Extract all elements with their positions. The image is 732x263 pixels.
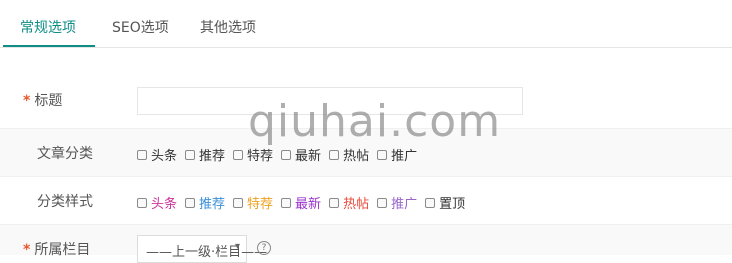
help-icon[interactable]: ? bbox=[257, 241, 271, 255]
style-label: 分类样式 bbox=[37, 194, 93, 210]
category-option[interactable]: 热帖 bbox=[329, 145, 369, 164]
column-row: * 所属栏目 ——上一级·栏目—— ▾ ? bbox=[0, 224, 732, 263]
style-option[interactable]: 热帖 bbox=[329, 193, 369, 212]
category-option[interactable]: 最新 bbox=[281, 145, 321, 164]
style-option[interactable]: 特荐 bbox=[233, 193, 273, 212]
title-row: * 标题 bbox=[0, 76, 732, 126]
title-input[interactable] bbox=[137, 87, 523, 115]
checkbox[interactable] bbox=[185, 197, 196, 208]
style-option[interactable]: 头条 bbox=[137, 193, 177, 212]
checkbox[interactable] bbox=[233, 149, 244, 160]
column-select[interactable]: ——上一级·栏目—— ▾ bbox=[137, 235, 267, 263]
checkbox[interactable] bbox=[185, 149, 196, 160]
checkbox[interactable] bbox=[377, 197, 388, 208]
required-mark: * bbox=[23, 93, 31, 109]
style-option[interactable]: 推广 bbox=[377, 193, 417, 212]
tab-bar: 常规选项 SEO选项 其他选项 bbox=[0, 0, 732, 48]
column-label-text: 所属栏目 bbox=[34, 242, 91, 258]
checkbox[interactable] bbox=[329, 197, 340, 208]
category-row: 文章分类 头条 推荐 特荐 最新 热帖 推广 bbox=[0, 128, 732, 177]
category-option[interactable]: 特荐 bbox=[233, 145, 273, 164]
checkbox[interactable] bbox=[281, 149, 292, 160]
column-label: * 所属栏目 bbox=[23, 239, 90, 259]
style-checkboxes: 头条 推荐 特荐 最新 热帖 推广 置顶 bbox=[137, 193, 473, 212]
checkbox[interactable] bbox=[233, 197, 244, 208]
tab-general[interactable]: 常规选项 bbox=[20, 17, 76, 37]
style-row: 分类样式 头条 推荐 特荐 最新 热帖 推广 置顶 bbox=[0, 176, 732, 225]
checkbox[interactable] bbox=[425, 197, 436, 208]
style-option[interactable]: 置顶 bbox=[425, 193, 465, 212]
checkbox[interactable] bbox=[329, 149, 340, 160]
category-option[interactable]: 推广 bbox=[377, 145, 417, 164]
column-select-value: ——上一级·栏目—— bbox=[146, 245, 268, 260]
tab-seo[interactable]: SEO选项 bbox=[112, 17, 169, 37]
category-label: 文章分类 bbox=[37, 146, 93, 162]
category-option[interactable]: 推荐 bbox=[185, 145, 225, 164]
active-tab-indicator bbox=[3, 45, 95, 47]
tab-other[interactable]: 其他选项 bbox=[200, 17, 256, 37]
checkbox[interactable] bbox=[377, 149, 388, 160]
chevron-down-icon: ▾ bbox=[234, 241, 240, 252]
category-checkboxes: 头条 推荐 特荐 最新 热帖 推广 bbox=[137, 145, 425, 164]
style-option[interactable]: 最新 bbox=[281, 193, 321, 212]
checkbox[interactable] bbox=[137, 197, 147, 208]
checkbox[interactable] bbox=[137, 149, 147, 160]
required-mark: * bbox=[23, 242, 31, 258]
style-option[interactable]: 推荐 bbox=[185, 193, 225, 212]
category-option[interactable]: 头条 bbox=[137, 145, 177, 164]
title-label: * 标题 bbox=[23, 90, 62, 110]
title-label-text: 标题 bbox=[34, 93, 63, 109]
checkbox[interactable] bbox=[281, 197, 292, 208]
